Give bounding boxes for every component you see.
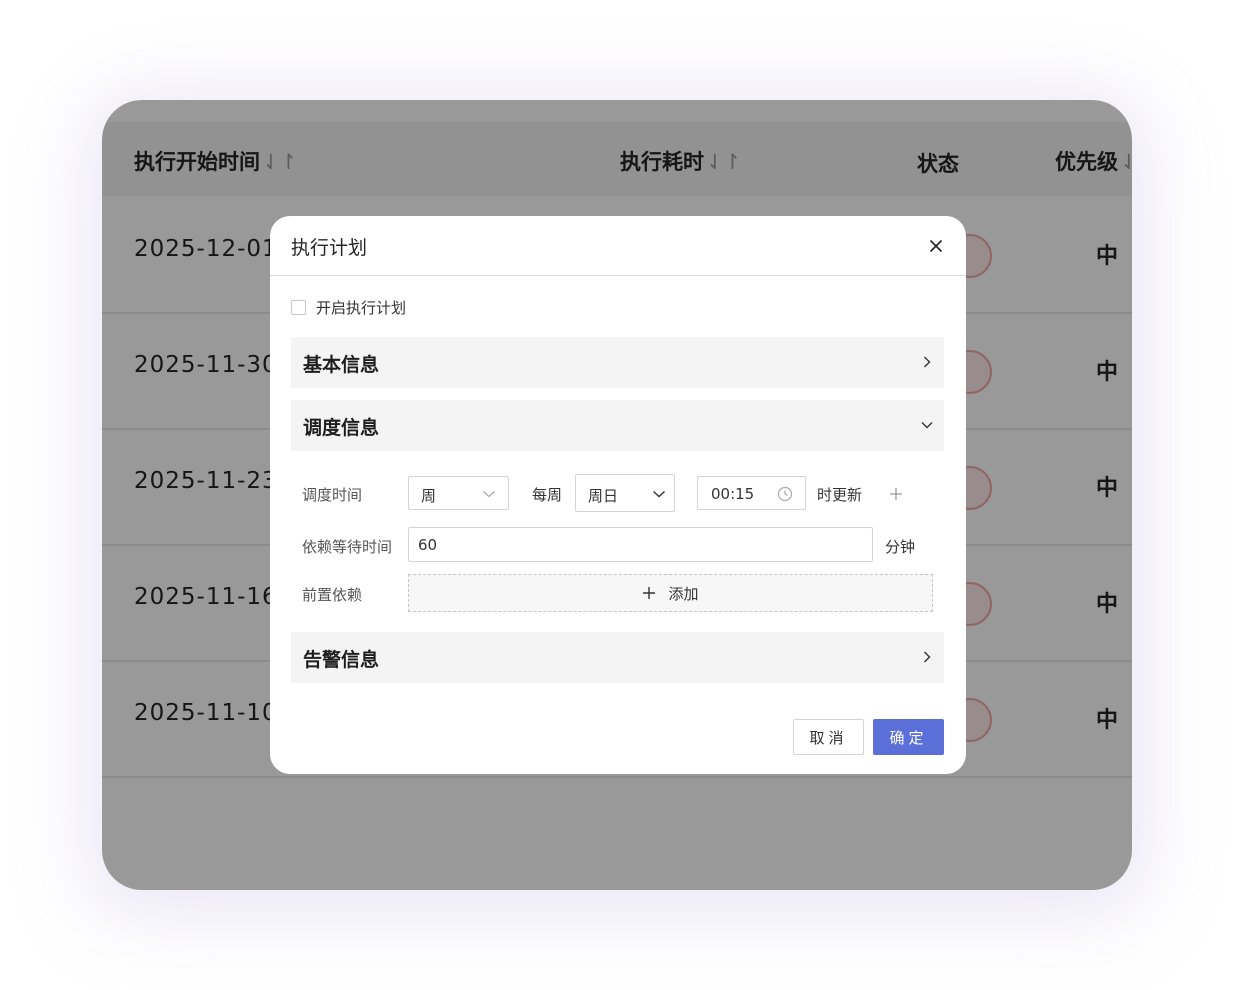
time-picker[interactable]: 00:15 xyxy=(697,476,806,510)
panel-schedule-info[interactable]: 调度信息 xyxy=(291,400,944,451)
panel-title: 基本信息 xyxy=(303,354,380,376)
chevron-right-icon xyxy=(924,356,931,368)
add-dependency-label: 添加 xyxy=(668,584,699,603)
every-week-label: 每周 xyxy=(532,486,563,504)
enable-plan-checkbox[interactable] xyxy=(291,299,306,315)
panel-title: 告警信息 xyxy=(303,649,380,671)
time-picker-value: 00:15 xyxy=(711,485,755,503)
enable-plan-checkbox-row[interactable]: 开启执行计划 xyxy=(291,297,406,317)
wait-unit-label: 分钟 xyxy=(885,538,916,556)
execution-plan-dialog: 执行计划 开启执行计划 基本信息 调度信息 调度时间 周 每周 周日 00:15… xyxy=(270,216,966,774)
schedule-time-label: 调度时间 xyxy=(302,486,363,504)
add-schedule-plus-icon[interactable] xyxy=(888,486,904,502)
clock-icon xyxy=(777,486,793,502)
weekday-select-value: 周日 xyxy=(588,487,619,505)
chevron-down-icon xyxy=(921,422,933,429)
update-suffix-label: 时更新 xyxy=(817,486,863,504)
wait-time-label: 依赖等待时间 xyxy=(302,538,393,556)
period-select[interactable]: 周 xyxy=(408,476,509,510)
plus-icon xyxy=(643,587,656,599)
confirm-button[interactable]: 确定 xyxy=(873,719,944,755)
add-dependency-button[interactable]: 添加 xyxy=(408,574,933,612)
enable-plan-label: 开启执行计划 xyxy=(316,298,407,317)
panel-basic-info[interactable]: 基本信息 xyxy=(291,337,944,388)
prerequisite-label: 前置依赖 xyxy=(302,586,363,604)
chevron-down-icon xyxy=(483,491,495,498)
chevron-right-icon xyxy=(924,651,931,663)
chevron-down-icon xyxy=(653,490,665,498)
dialog-header: 执行计划 xyxy=(270,216,966,276)
panel-title: 调度信息 xyxy=(303,417,380,439)
panel-alert-info[interactable]: 告警信息 xyxy=(291,632,944,683)
close-icon[interactable] xyxy=(924,234,948,258)
cancel-button[interactable]: 取消 xyxy=(793,719,864,755)
dialog-title: 执行计划 xyxy=(291,237,368,259)
weekday-select[interactable]: 周日 xyxy=(575,474,675,512)
period-select-value: 周 xyxy=(421,487,437,505)
wait-time-input[interactable] xyxy=(408,527,873,562)
